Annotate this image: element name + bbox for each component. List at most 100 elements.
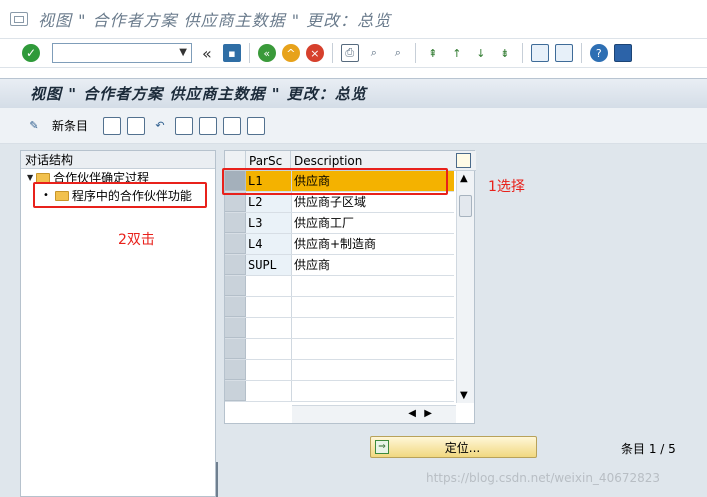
table-row-empty bbox=[225, 360, 454, 381]
vertical-scrollbar[interactable]: ▲ ▼ bbox=[456, 171, 474, 403]
row-selector[interactable] bbox=[225, 339, 246, 359]
save-icon[interactable]: ▪ bbox=[222, 44, 241, 62]
cell-description: 供应商+制造商 bbox=[294, 237, 377, 251]
cell-description: 供应商工厂 bbox=[294, 216, 355, 230]
command-field[interactable]: ▼ bbox=[52, 43, 192, 63]
annotation-double-click-label: 2双击 bbox=[118, 232, 155, 248]
last-page-icon[interactable]: ⇟ bbox=[496, 44, 514, 62]
cell-description: 供应商子区域 bbox=[294, 195, 367, 209]
chevron-down-icon[interactable]: ▼ bbox=[179, 47, 187, 58]
table-row[interactable]: L4 供应商+制造商 bbox=[225, 234, 454, 255]
shortcut-icon[interactable] bbox=[554, 44, 573, 62]
copy-as-icon[interactable] bbox=[103, 116, 122, 135]
table-row[interactable]: L2 供应商子区域 bbox=[225, 192, 454, 213]
cancel-icon[interactable]: × bbox=[305, 44, 324, 62]
scroll-thumb[interactable] bbox=[459, 195, 472, 217]
cell-code bbox=[246, 381, 292, 401]
cell-code bbox=[246, 339, 292, 359]
table-rows: L1 供应商 L2 供应商子区域 L3 供应商工厂 L4 供应商+制造商 SUP… bbox=[225, 171, 454, 402]
toolbar-separator bbox=[331, 43, 333, 63]
table-settings-icon[interactable] bbox=[456, 153, 471, 168]
new-entries-button[interactable]: 新条目 bbox=[52, 117, 88, 134]
horizontal-scrollbar[interactable]: ◀ ▶ bbox=[292, 405, 456, 423]
cell-code bbox=[246, 360, 292, 380]
annotation-select-label: 1选择 bbox=[488, 179, 525, 195]
scroll-down-icon[interactable]: ▼ bbox=[460, 390, 468, 401]
window-title-bar: 视图 " 合作者方案 供应商主数据 " 更改：总览 bbox=[0, 0, 707, 38]
help-icon[interactable]: ? bbox=[589, 44, 608, 62]
cell-description bbox=[292, 318, 454, 338]
scroll-right-icon[interactable]: ▶ bbox=[424, 408, 432, 419]
cell-code: L4 bbox=[246, 234, 292, 254]
cell-code bbox=[246, 276, 292, 296]
annotation-box-select bbox=[222, 168, 448, 195]
position-button-label: 定位... bbox=[444, 440, 481, 455]
toolbar-separator bbox=[521, 43, 523, 63]
table-row-empty bbox=[225, 381, 454, 402]
annotation-box-double-click bbox=[33, 182, 207, 208]
select-block-icon[interactable] bbox=[199, 116, 218, 135]
row-selector[interactable] bbox=[225, 381, 246, 401]
previous-page-icon[interactable]: ↑ bbox=[448, 44, 466, 62]
cell-description bbox=[292, 381, 454, 401]
cell-description bbox=[292, 360, 454, 380]
deselect-all-icon[interactable] bbox=[223, 116, 242, 135]
application-toolbar: ✎ 新条目 ↶ bbox=[0, 108, 707, 144]
system-toolbar: ✓ ▼ « ▪ « ^ × ⎙ ⌕ ⌕ ⇞ ↑ ↓ ⇟ ? bbox=[0, 38, 707, 68]
table-row-empty bbox=[225, 318, 454, 339]
row-selector[interactable] bbox=[225, 360, 246, 380]
table-row[interactable]: SUPL 供应商 bbox=[225, 255, 454, 276]
table-row-empty bbox=[225, 276, 454, 297]
first-page-icon[interactable]: ⇞ bbox=[424, 44, 442, 62]
variant-icon[interactable] bbox=[247, 116, 266, 135]
enter-button[interactable]: ✓ bbox=[22, 44, 40, 62]
watermark: https://blog.csdn.net/weixin_40672823 bbox=[426, 471, 661, 485]
row-selector[interactable] bbox=[225, 276, 246, 296]
row-selector[interactable] bbox=[225, 255, 246, 275]
scroll-up-icon[interactable]: ▲ bbox=[460, 173, 468, 184]
scroll-left-icon[interactable]: ◀ bbox=[408, 408, 416, 419]
entry-counter: 条目 1 / 5 bbox=[621, 442, 676, 456]
cell-code: L3 bbox=[246, 213, 292, 233]
select-all-icon[interactable] bbox=[175, 116, 194, 135]
row-selector[interactable] bbox=[225, 318, 246, 338]
cell-description: 供应商 bbox=[294, 258, 331, 272]
cell-code bbox=[246, 318, 292, 338]
exit-icon[interactable]: ^ bbox=[281, 44, 300, 62]
print-icon[interactable]: ⎙ bbox=[340, 44, 359, 62]
layout-menu-icon[interactable] bbox=[613, 44, 632, 62]
window-menu-icon[interactable] bbox=[10, 12, 28, 26]
cell-code: SUPL bbox=[246, 255, 292, 275]
row-selector[interactable] bbox=[225, 297, 246, 317]
screen-header: 视图 " 合作者方案 供应商主数据 " 更改：总览 bbox=[0, 78, 707, 108]
back-icon[interactable]: « bbox=[257, 44, 276, 62]
new-session-icon[interactable] bbox=[530, 44, 549, 62]
undo-change-icon[interactable]: ↶ bbox=[151, 117, 169, 135]
tree-header: 对话结构 bbox=[21, 151, 215, 169]
cell-code bbox=[246, 297, 292, 317]
page-title: 视图 " 合作者方案 供应商主数据 " 更改：总览 bbox=[30, 85, 367, 103]
find-icon[interactable]: ⌕ bbox=[365, 44, 383, 62]
cell-code: L2 bbox=[246, 192, 292, 212]
toolbar-separator bbox=[580, 43, 582, 63]
window-title: 视图 " 合作者方案 供应商主数据 " 更改：总览 bbox=[38, 11, 392, 30]
display-change-icon[interactable]: ✎ bbox=[25, 117, 43, 135]
next-page-icon[interactable]: ↓ bbox=[472, 44, 490, 62]
table-row[interactable]: L3 供应商工厂 bbox=[225, 213, 454, 234]
delete-icon[interactable] bbox=[127, 116, 146, 135]
table-row-empty bbox=[225, 297, 454, 318]
row-selector[interactable] bbox=[225, 234, 246, 254]
table-row-empty bbox=[225, 339, 454, 360]
collapse-icon[interactable]: « bbox=[202, 44, 212, 63]
row-selector[interactable] bbox=[225, 192, 246, 212]
toolbar-separator bbox=[414, 43, 416, 63]
row-selector[interactable] bbox=[225, 213, 246, 233]
cell-description bbox=[292, 297, 454, 317]
position-button[interactable]: ⇒ 定位... bbox=[370, 436, 537, 458]
divider bbox=[216, 462, 218, 497]
cell-description bbox=[292, 339, 454, 359]
find-next-icon[interactable]: ⌕ bbox=[389, 44, 407, 62]
cell-description bbox=[292, 276, 454, 296]
position-icon: ⇒ bbox=[375, 440, 389, 454]
toolbar-separator bbox=[248, 43, 250, 63]
